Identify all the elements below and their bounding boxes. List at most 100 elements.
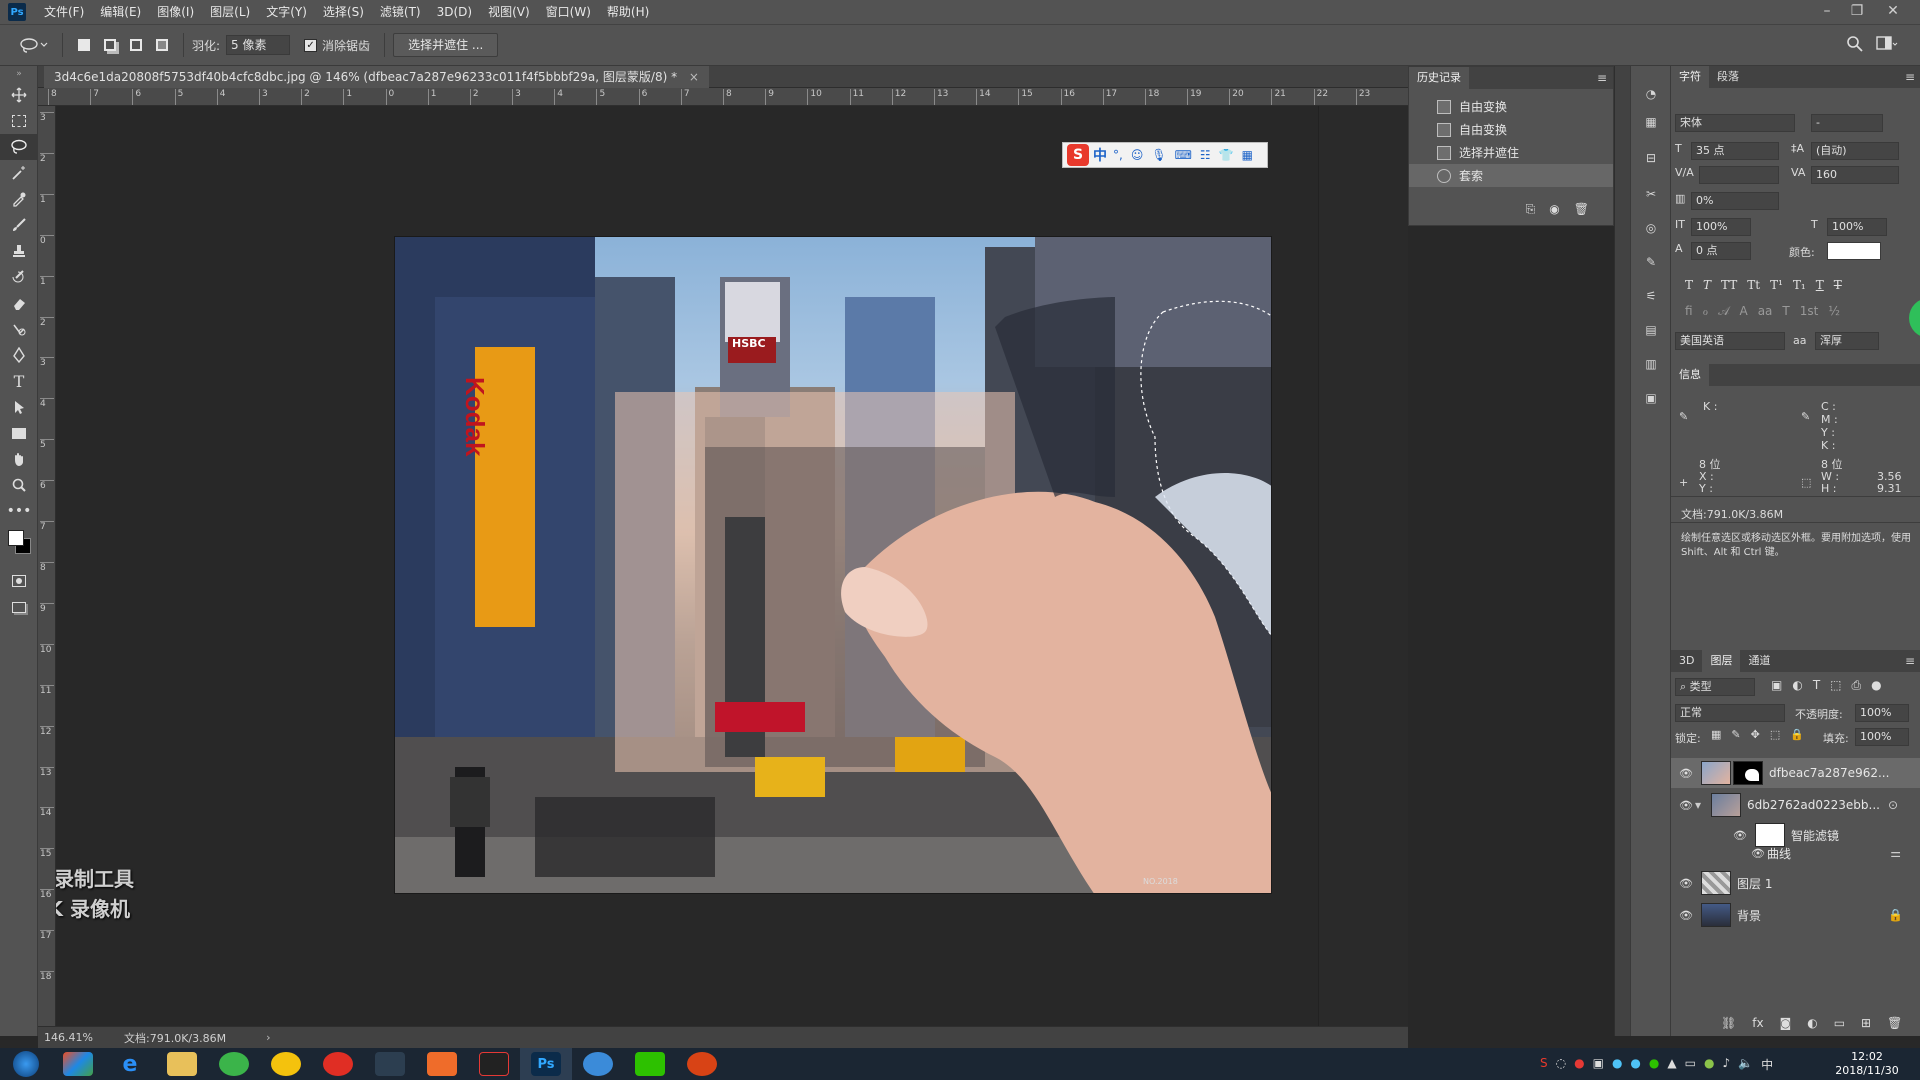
character-panel-menu-icon[interactable]: ≡	[1905, 70, 1915, 84]
floating-badge[interactable]	[1909, 298, 1920, 338]
ordinals-icon[interactable]: T	[1782, 304, 1789, 319]
zoom-level[interactable]: 146.41%	[44, 1031, 124, 1044]
ime-skin-icon[interactable]: 👕	[1219, 148, 1234, 162]
filter-name[interactable]: 曲线	[1767, 845, 1791, 862]
filter-options-icon[interactable]: ⚌	[1890, 846, 1901, 860]
feather-input[interactable]: 5 像素	[226, 35, 291, 55]
font-size-field[interactable]: 35 点	[1691, 142, 1779, 160]
taskbar-app-4[interactable]	[208, 1048, 260, 1080]
layer-name[interactable]: 6db2762ad0223ebb...	[1747, 798, 1880, 812]
filter-pixel-icon[interactable]: ▣	[1771, 678, 1782, 693]
layer-style-icon[interactable]: fx	[1752, 1016, 1763, 1030]
layer-name[interactable]: 背景	[1737, 907, 1761, 924]
tab-close-icon[interactable]: ×	[689, 70, 699, 84]
tray-wechat-icon[interactable]: ●	[1649, 1056, 1659, 1073]
stamp-tool-icon[interactable]	[0, 238, 38, 264]
workspace-icon[interactable]	[1876, 35, 1898, 56]
history-item[interactable]: 自由变换	[1409, 118, 1613, 141]
delete-layer-icon[interactable]: 🗑	[1887, 1016, 1902, 1030]
menu-select[interactable]: 选择(S)	[315, 0, 372, 24]
font-family-select[interactable]: 宋体	[1675, 114, 1795, 132]
ime-keyboard-icon[interactable]: ⌨	[1175, 148, 1192, 162]
delete-state-icon[interactable]: 🗑	[1574, 202, 1589, 217]
properties-panel-icon[interactable]: ⊟	[1631, 136, 1671, 180]
antialias-method-select[interactable]: 浑厚	[1815, 332, 1879, 350]
lock-image-icon[interactable]: ✎	[1731, 728, 1740, 741]
subtract-selection-icon[interactable]	[125, 34, 147, 56]
ime-emoji-icon[interactable]: ☺	[1131, 148, 1144, 162]
visibility-eye-icon[interactable]: 👁	[1679, 767, 1695, 780]
styles-panel-icon[interactable]: ▤	[1631, 316, 1671, 344]
expand-arrow-icon[interactable]: ▾	[1695, 798, 1705, 812]
layers-panel-menu-icon[interactable]: ≡	[1905, 654, 1915, 668]
underline-icon[interactable]: T	[1816, 278, 1824, 292]
tray-icon-10[interactable]: ●	[1704, 1056, 1714, 1073]
superscript-icon[interactable]: T¹	[1770, 278, 1783, 292]
ligatures-icon[interactable]: fi	[1685, 304, 1693, 319]
vertical-scale-field[interactable]: 100%	[1691, 218, 1751, 236]
menu-edit[interactable]: 编辑(E)	[92, 0, 149, 24]
taskbar-app-1[interactable]	[52, 1048, 104, 1080]
ime-voice-icon[interactable]: 🎙	[1151, 148, 1166, 162]
intersect-selection-icon[interactable]	[151, 34, 173, 56]
visibility-eye-icon[interactable]: 👁	[1679, 799, 1695, 812]
channels-tab[interactable]: 通道	[1740, 650, 1778, 672]
tray-icon-2[interactable]: ◌	[1556, 1056, 1566, 1073]
more-tools-icon[interactable]: •••	[0, 498, 38, 524]
history-tab[interactable]: 历史记录	[1409, 67, 1469, 89]
channels-panel-icon[interactable]: ◎	[1631, 208, 1671, 248]
ime-mode-label[interactable]: 中	[1093, 145, 1107, 165]
tsume-field[interactable]: 0%	[1691, 192, 1779, 210]
new-group-icon[interactable]: ▭	[1834, 1016, 1845, 1030]
old-style-icon[interactable]: ℴ	[1703, 304, 1709, 319]
type-tool-icon[interactable]: T	[0, 368, 38, 394]
smart-filter-name[interactable]: 智能滤镜	[1791, 827, 1839, 844]
leading-field[interactable]: (自动)	[1811, 142, 1899, 160]
fractions-icon[interactable]: ½	[1828, 304, 1840, 319]
link-layers-icon[interactable]: ⛓	[1721, 1016, 1736, 1030]
brush-panel-icon[interactable]: ✎	[1631, 248, 1671, 276]
screen-mode-icon[interactable]	[0, 594, 38, 620]
ie-browser-icon[interactable]: e	[104, 1048, 156, 1080]
zoom-tool-icon[interactable]	[0, 472, 38, 498]
filter-smart-icon[interactable]: ⎙	[1852, 678, 1862, 693]
menu-filter[interactable]: 滤镜(T)	[372, 0, 429, 24]
ime-toolbox-icon[interactable]: ▦	[1242, 148, 1253, 162]
visibility-eye-icon[interactable]: 👁	[1751, 847, 1767, 860]
menu-help[interactable]: 帮助(H)	[599, 0, 657, 24]
kerning-field[interactable]	[1699, 166, 1779, 184]
menu-type[interactable]: 文字(Y)	[258, 0, 315, 24]
tray-icon-6[interactable]: ●	[1630, 1056, 1640, 1073]
add-selection-icon[interactable]	[99, 34, 121, 56]
photoshop-logo[interactable]: Ps	[8, 3, 26, 21]
layer-name[interactable]: dfbeac7a287e962...	[1769, 766, 1889, 780]
pen-tool-icon[interactable]	[0, 342, 38, 368]
character-tab[interactable]: 字符	[1671, 66, 1709, 88]
paragraph-tab[interactable]: 段落	[1709, 66, 1747, 88]
visibility-eye-icon[interactable]: 👁	[1679, 909, 1695, 922]
document-image[interactable]: Kodak HSBC NO.2018	[394, 236, 1272, 894]
gradient-tool-icon[interactable]	[0, 316, 38, 342]
filter-shape-icon[interactable]: ⬚	[1830, 678, 1841, 693]
font-style-select[interactable]: -	[1811, 114, 1883, 132]
info-panel-icon[interactable]: ▣	[1631, 384, 1671, 412]
opacity-field[interactable]: 100%	[1855, 704, 1909, 722]
faux-bold-icon[interactable]: T	[1685, 278, 1693, 292]
faux-italic-icon[interactable]: T	[1703, 278, 1711, 292]
alternates-icon[interactable]: A	[1739, 304, 1747, 319]
nox-player-icon[interactable]	[364, 1048, 416, 1080]
layer-mask-thumbnail[interactable]	[1733, 761, 1763, 785]
titling-icon[interactable]: aa	[1758, 304, 1773, 319]
tray-sogou-icon[interactable]: S	[1540, 1056, 1548, 1073]
snapshot-icon[interactable]: ◉	[1549, 202, 1559, 217]
blend-mode-select[interactable]: 正常	[1675, 704, 1785, 722]
visibility-eye-icon[interactable]: 👁	[1679, 877, 1695, 890]
visibility-eye-icon[interactable]: 👁	[1733, 829, 1749, 842]
horizontal-scale-field[interactable]: 100%	[1827, 218, 1887, 236]
lock-all-icon[interactable]: 🔒	[1790, 728, 1804, 741]
menu-image[interactable]: 图像(I)	[149, 0, 202, 24]
notes-panel-icon[interactable]: ▥	[1631, 344, 1671, 384]
wechat-icon[interactable]	[624, 1048, 676, 1080]
subscript-icon[interactable]: T₁	[1793, 278, 1806, 292]
history-panel-menu-icon[interactable]: ≡	[1597, 71, 1607, 85]
